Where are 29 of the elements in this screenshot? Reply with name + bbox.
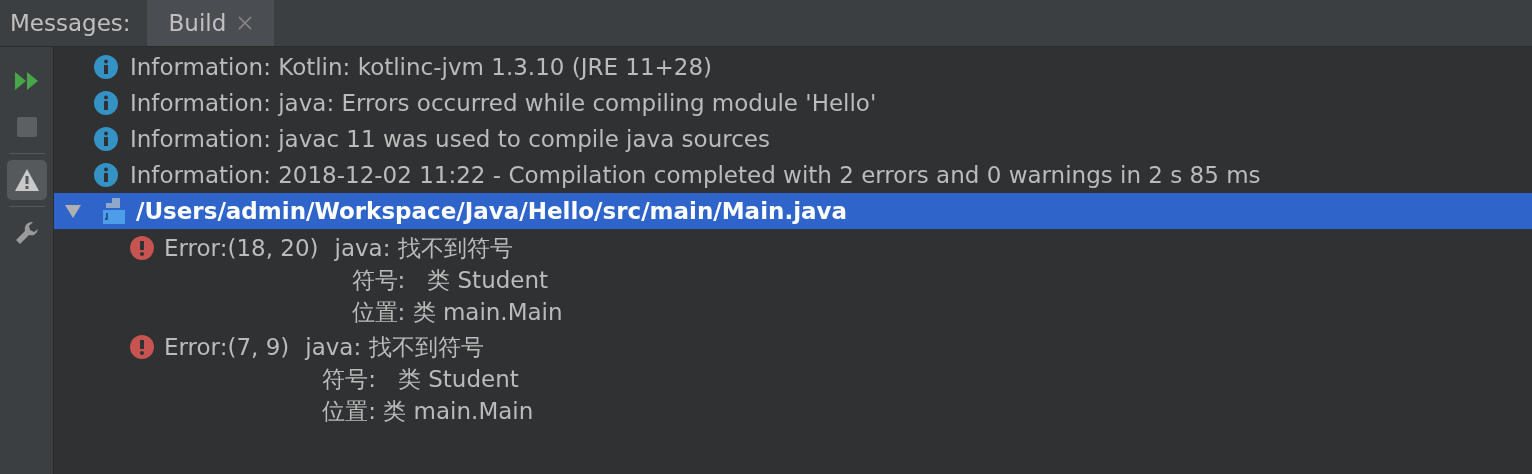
message-text: Information: Kotlin: kotlinc-jvm 1.3.10 (JRE 11+28) (130, 54, 713, 80)
rerun-icon (13, 71, 40, 91)
error-text: java: 找不到符号 (305, 333, 485, 362)
message-text: Information: 2018-12-02 11:22 - Compilation completed with 2 errors and 0 warnings in 2 s 85 ms (130, 162, 1261, 188)
info-icon (94, 127, 118, 151)
error-text: java: 找不到符号 (334, 234, 514, 263)
file-node[interactable]: /Users/admin/Workspace/Java/Hello/src/main/Main.java (54, 193, 1532, 229)
error-icon (130, 236, 154, 260)
close-icon[interactable] (238, 16, 253, 30)
error-text: 位置: 类 main.Main (350, 298, 563, 327)
info-icon (94, 91, 118, 115)
message-text: Information: javac 11 was used to compile java sources (130, 126, 770, 152)
warning-icon (13, 168, 40, 192)
toolbar-button[interactable] (6, 160, 47, 200)
error-location: Error:(18, 20) (164, 234, 319, 263)
error-text: 位置: 类 main.Main (321, 397, 534, 426)
tab[interactable]: Build (146, 0, 275, 46)
error-icon (130, 335, 154, 359)
file-path: /Users/admin/Workspace/Java/Hello/src/main/Main.java (136, 198, 848, 224)
collapse-arrow-icon[interactable] (64, 203, 82, 219)
info-icon (94, 55, 118, 79)
panel-label: Messages: (9, 9, 132, 38)
java-file-icon (102, 197, 126, 225)
error-text: 符号: 类 Student (321, 365, 520, 394)
message-text: Information: java: Errors occurred while compiling module 'Hello' (130, 90, 877, 116)
stop-icon (16, 117, 37, 137)
error-text: 符号: 类 Student (350, 266, 550, 295)
info-icon (94, 163, 118, 187)
error-location: Error:(7, 9) (164, 333, 290, 362)
